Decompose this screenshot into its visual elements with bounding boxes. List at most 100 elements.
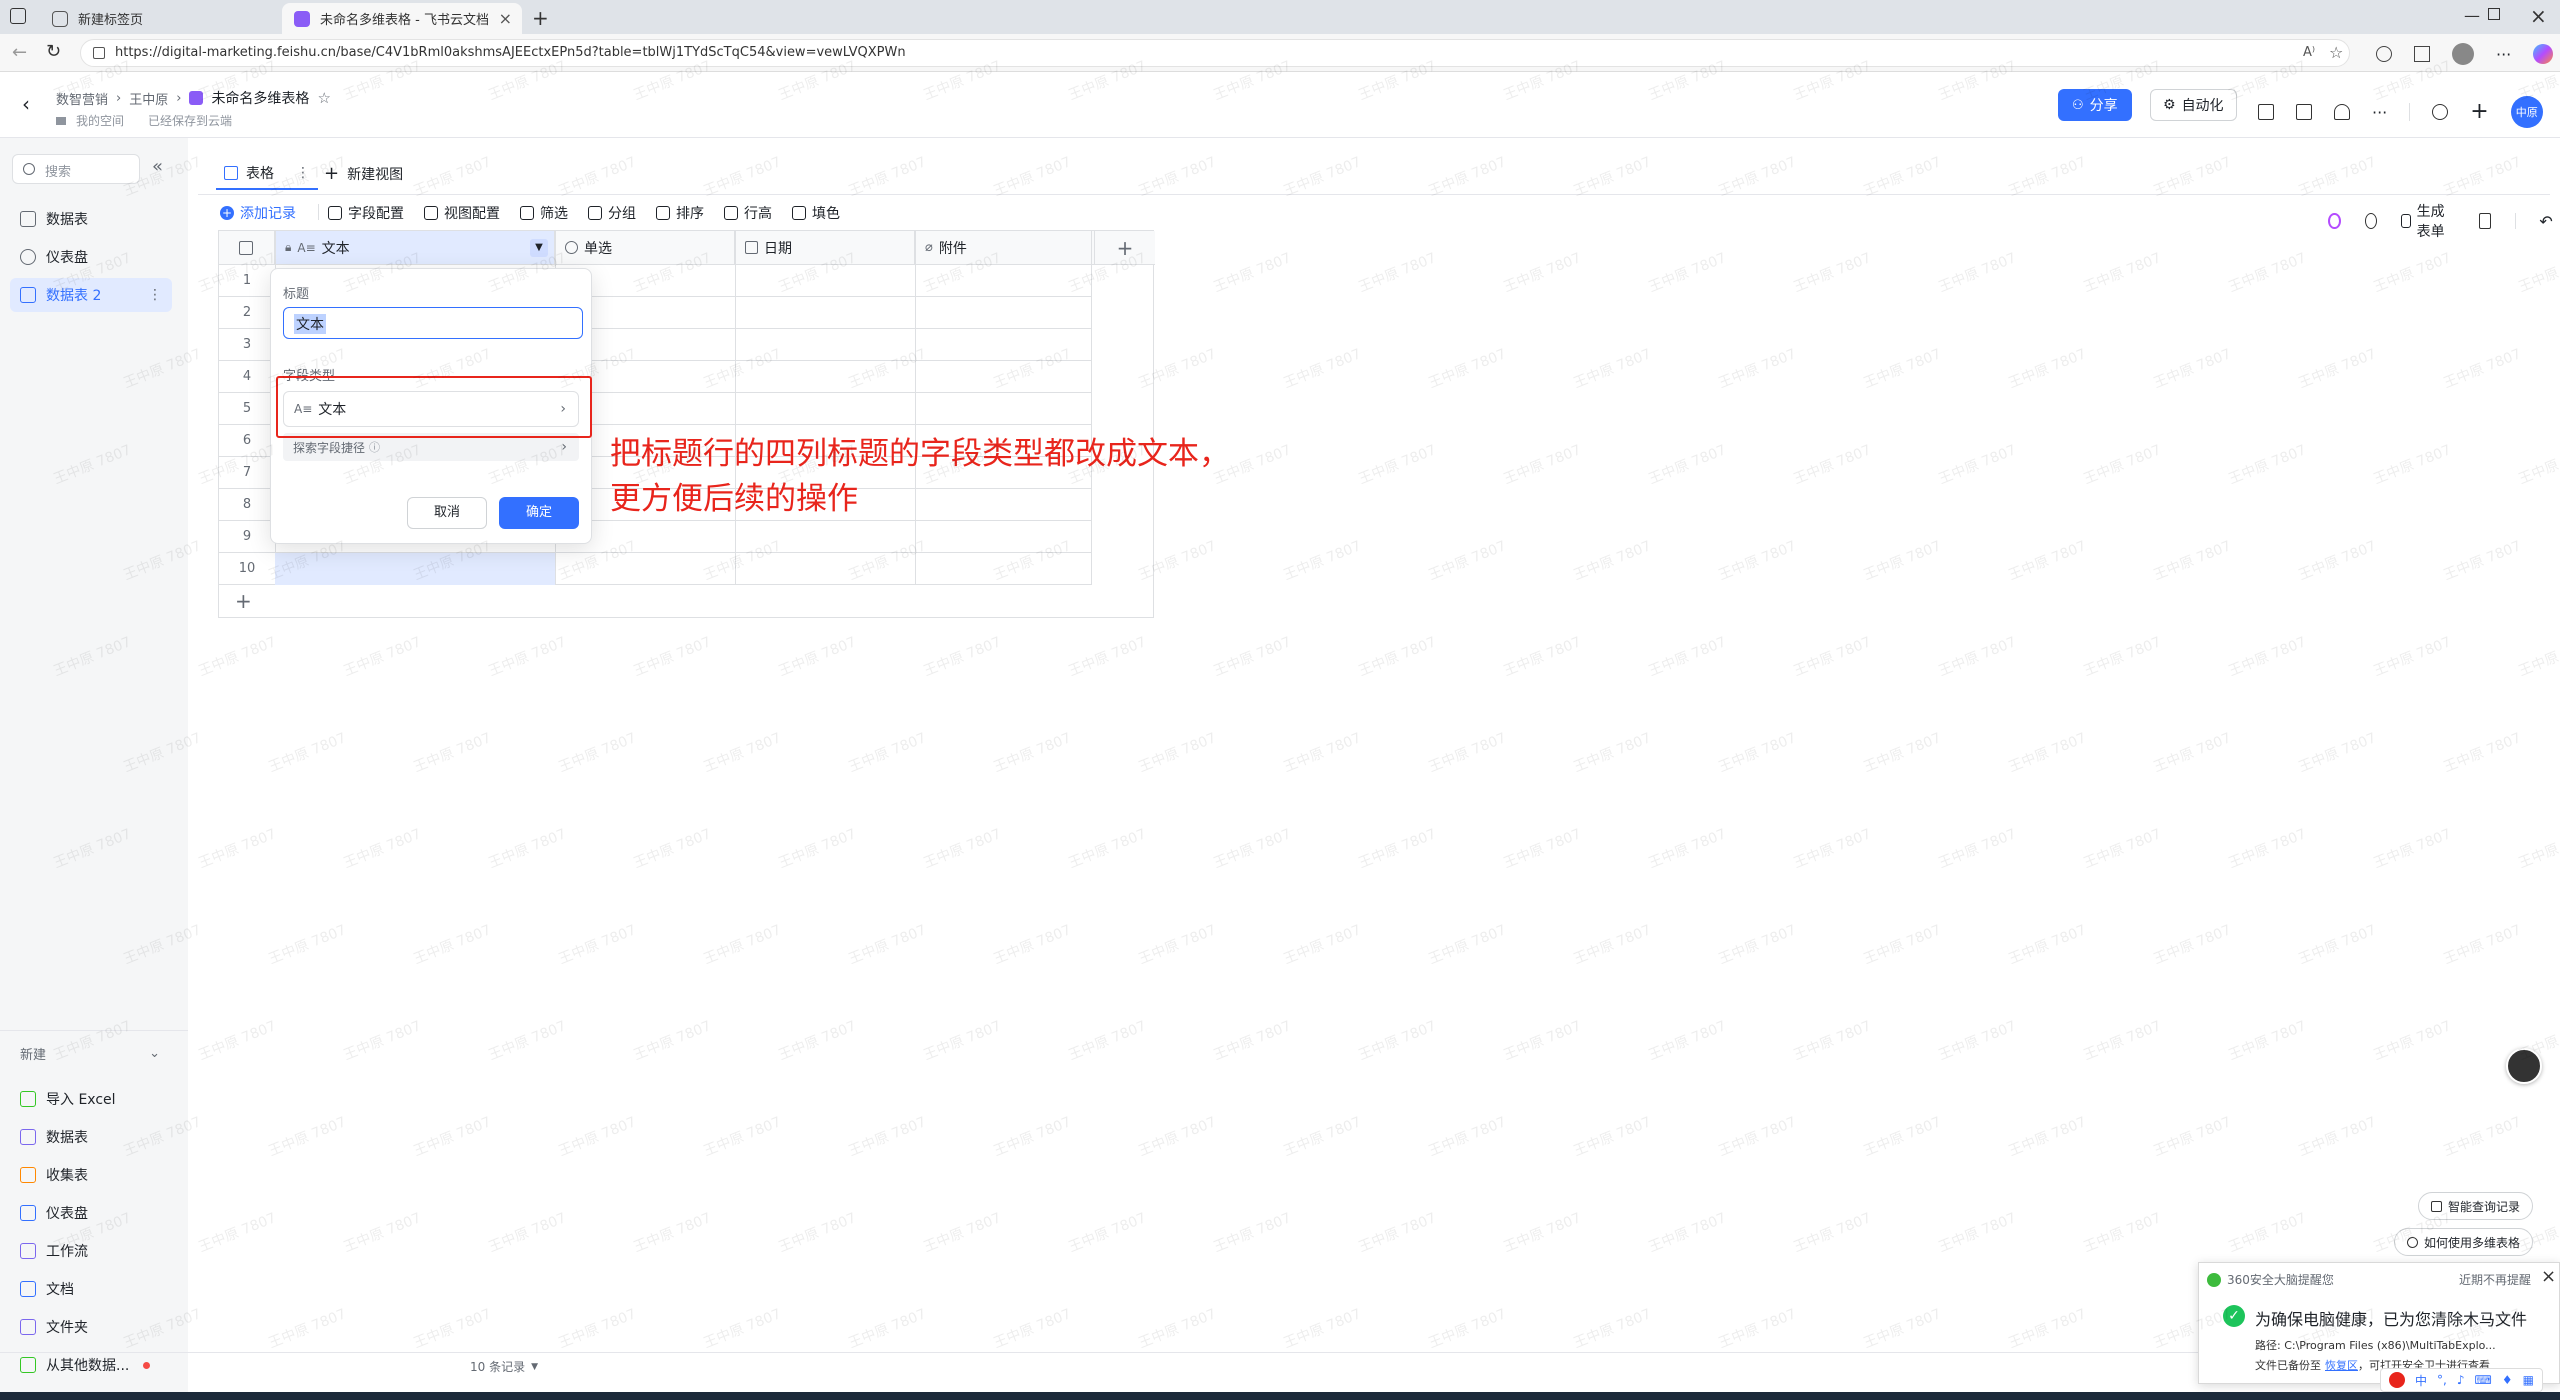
- divider: [2514, 213, 2516, 229]
- extensions-icon[interactable]: [2376, 46, 2392, 62]
- sidebar-item-new-doc[interactable]: 文档: [10, 1272, 172, 1306]
- more-vertical-icon[interactable]: ⋮: [148, 287, 162, 303]
- plugin-icon[interactable]: [2296, 104, 2312, 120]
- keyboard-icon: ⌨: [2474, 1373, 2492, 1387]
- back-arrow-icon[interactable]: ‹: [22, 92, 30, 116]
- tab-new-tab[interactable]: 新建标签页: [40, 3, 278, 34]
- field-config-icon: [328, 206, 342, 220]
- search-icon[interactable]: [2432, 104, 2449, 120]
- back-icon[interactable]: ←: [12, 42, 27, 63]
- toolbar-label: 视图配置: [444, 206, 500, 222]
- sidebar-item-import-excel[interactable]: 导入 Excel: [10, 1082, 172, 1116]
- dismiss-link[interactable]: 近期不再提醒: [2459, 1271, 2531, 1288]
- close-icon[interactable]: ×: [499, 9, 512, 28]
- new-doc-icon: [20, 1281, 36, 1297]
- notif-header: 360安全大脑提醒您: [2207, 1271, 2334, 1288]
- new-folder-icon: [20, 1319, 36, 1335]
- sidebar-item-new-form[interactable]: 收集表: [10, 1158, 172, 1192]
- share-view-icon[interactable]: [2478, 213, 2491, 229]
- explore-label: 探索字段捷径: [293, 440, 366, 455]
- sidebar-item-label: 数据表: [46, 212, 88, 228]
- generate-form-button[interactable]: 生成表单: [2400, 201, 2455, 241]
- filter-icon: [520, 206, 534, 220]
- checkbox[interactable]: [239, 240, 253, 255]
- chevron-right-icon: ›: [116, 90, 122, 106]
- field-config-button[interactable]: 字段配置: [328, 203, 404, 223]
- profile-avatar[interactable]: [2452, 43, 2474, 65]
- favorite-star-icon[interactable]: ☆: [2329, 43, 2343, 62]
- breadcrumb-item[interactable]: 王中原: [129, 89, 168, 108]
- read-aloud-icon[interactable]: A⁾: [2303, 45, 2315, 60]
- automation-button[interactable]: ⚙ 自动化: [2150, 89, 2237, 121]
- bell-icon[interactable]: [2334, 104, 2350, 120]
- maximize-icon[interactable]: [2488, 8, 2500, 20]
- divider: [2409, 103, 2411, 121]
- toolbar-label: 填色: [812, 206, 840, 222]
- copilot-icon[interactable]: [2533, 44, 2554, 64]
- text-field-icon: A≡: [297, 240, 316, 255]
- notif-source: 360安全大脑提醒您: [2227, 1273, 2334, 1287]
- view-config-button[interactable]: 视图配置: [424, 203, 500, 223]
- add-record-button[interactable]: + 添加记录: [220, 200, 296, 226]
- row-number: 8: [242, 497, 252, 512]
- generate-form-label: 生成表单: [2416, 204, 2445, 240]
- ai-icon[interactable]: [2328, 213, 2341, 229]
- sidebar-search[interactable]: 搜索: [12, 154, 140, 184]
- window-close-icon[interactable]: ×: [2530, 4, 2547, 28]
- add-icon[interactable]: +: [2470, 101, 2488, 123]
- calendar-icon: [745, 241, 758, 254]
- filter-button[interactable]: 筛选: [520, 203, 568, 223]
- tab-actions-icon[interactable]: [10, 8, 26, 24]
- info-icon: ⓘ: [369, 441, 381, 454]
- group-button[interactable]: 分组: [588, 203, 636, 223]
- fill-color-icon: [792, 206, 806, 220]
- notif-backup-prefix: 文件已备份至: [2255, 1359, 2321, 1372]
- more-icon[interactable]: ···: [2372, 103, 2387, 122]
- search-placeholder: 搜索: [45, 165, 72, 180]
- column-divider: [915, 231, 916, 585]
- automation-label: 自动化: [2181, 98, 2224, 114]
- view-toolbar: 字段配置 视图配置 筛选 分组 排序 行高 填色: [328, 200, 840, 226]
- column-title: 日期: [764, 240, 792, 257]
- sort-icon: [656, 206, 670, 220]
- add-row-button[interactable]: +: [235, 589, 252, 613]
- row-height-button[interactable]: 行高: [724, 203, 772, 223]
- favorites-icon[interactable]: [2414, 46, 2430, 62]
- confirm-button[interactable]: 确定: [499, 497, 579, 529]
- column-divider: [735, 231, 736, 585]
- browser-tabstrip: 新建标签页 未命名多维表格 - 飞书云文档 × + — ×: [0, 0, 2560, 34]
- row-number: 2: [242, 305, 252, 320]
- sidebar-item-import-other[interactable]: 从其他数据...: [10, 1348, 172, 1382]
- skin-icon: ♦: [2501, 1373, 2513, 1387]
- ime-toolbar[interactable]: 中 °, ♪ ⌨ ♦ ▦: [2380, 1368, 2543, 1392]
- refresh-icon[interactable]: ↻: [46, 41, 61, 62]
- fill-color-button[interactable]: 填色: [792, 203, 840, 223]
- star-icon[interactable]: ☆: [317, 89, 330, 107]
- sort-button[interactable]: 排序: [656, 203, 704, 223]
- more-icon[interactable]: ···: [2496, 45, 2511, 64]
- new-tab-icon[interactable]: +: [532, 6, 549, 30]
- column-header-attachment[interactable]: ⌀ 附件: [915, 231, 1095, 265]
- browser-toolbar-icons: ···: [2376, 43, 2554, 65]
- feishu-base-icon: [294, 10, 310, 27]
- undo-icon[interactable]: ↶: [2539, 212, 2552, 231]
- record-count[interactable]: 10 条记录 ▼: [470, 1358, 538, 1375]
- history-icon[interactable]: [2364, 213, 2377, 229]
- tab-feishu[interactable]: 未命名多维表格 - 飞书云文档 ×: [282, 3, 522, 34]
- new-form-icon: [20, 1167, 36, 1183]
- space-label[interactable]: 我的空间: [76, 112, 124, 129]
- row-number: 5: [242, 401, 252, 416]
- save-status: 已经保存到云端: [148, 114, 233, 128]
- sidebar-item-table[interactable]: 数据表: [10, 202, 172, 236]
- sidebar-item-label: 文件夹: [46, 1320, 88, 1336]
- restore-link[interactable]: 恢复区: [2325, 1357, 2358, 1373]
- minimize-icon[interactable]: —: [2464, 6, 2480, 25]
- grid-icon: ▦: [2522, 1373, 2534, 1387]
- template-icon[interactable]: [2258, 104, 2274, 120]
- lock-icon[interactable]: [93, 47, 105, 59]
- close-icon[interactable]: ×: [2541, 1266, 2556, 1287]
- cancel-button[interactable]: 取消: [407, 497, 487, 529]
- breadcrumb: 数智营销 › 王中原 › 未命名多维表格 ☆: [56, 88, 331, 108]
- field-title-input[interactable]: 文本: [283, 307, 583, 339]
- search-icon: [23, 163, 35, 175]
